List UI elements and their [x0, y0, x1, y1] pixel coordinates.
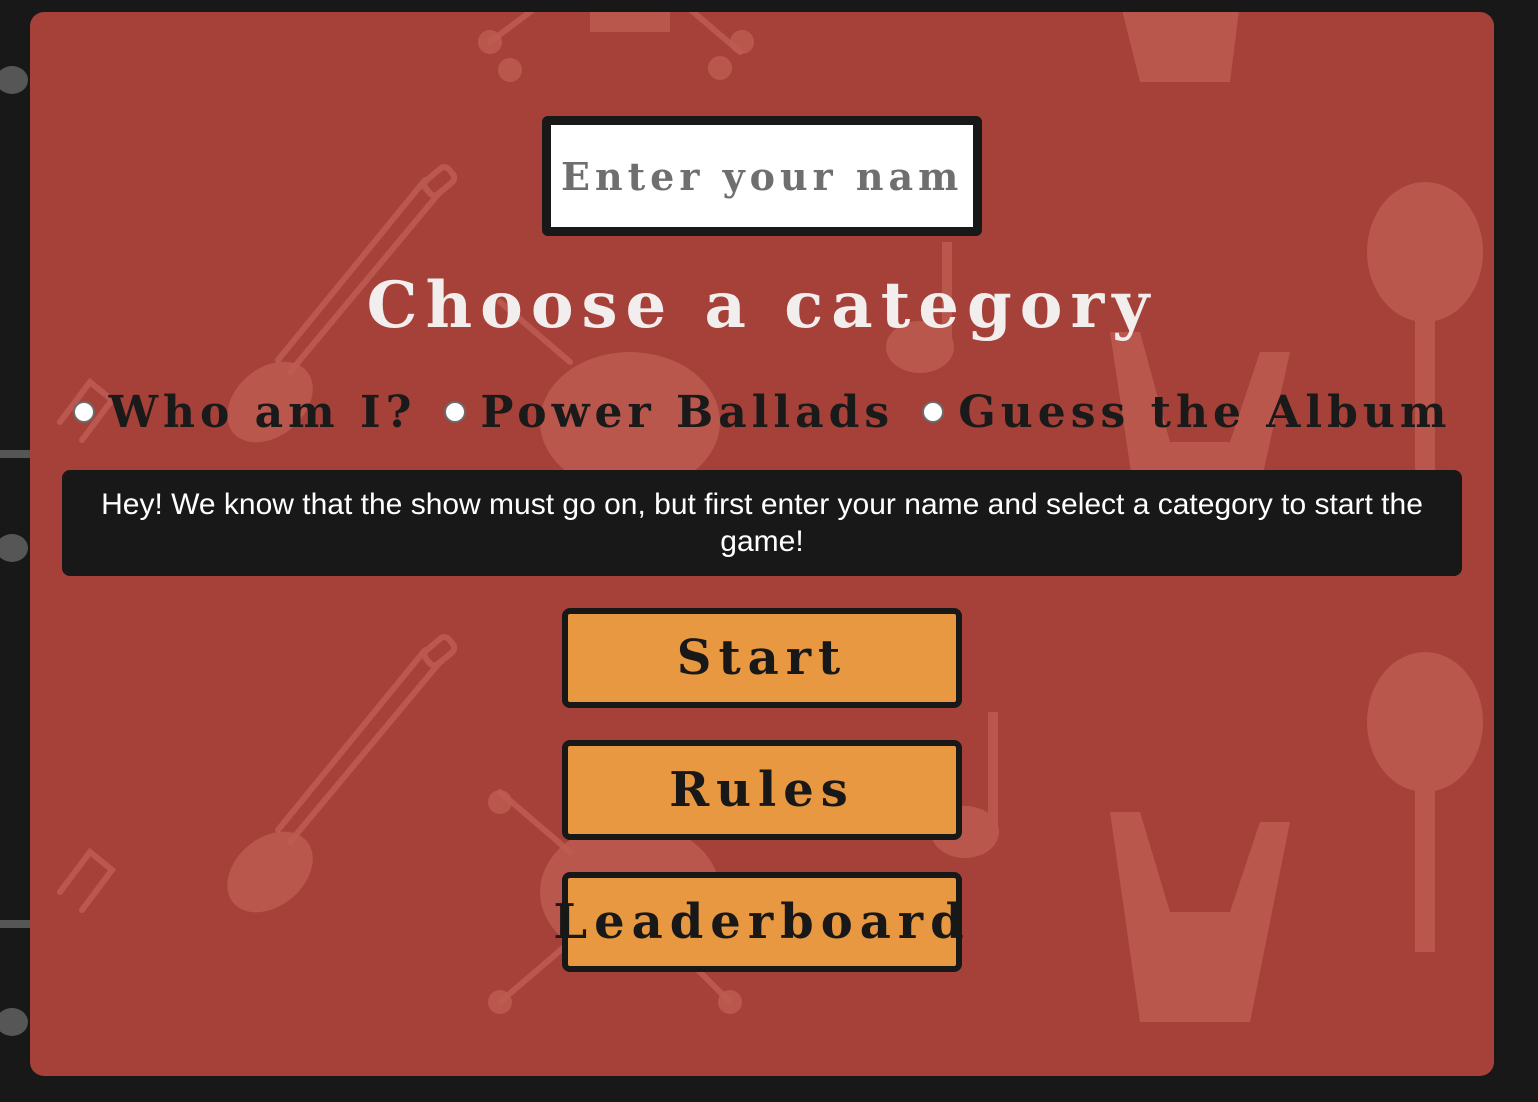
radio-button[interactable] [444, 401, 466, 423]
category-label: Who am I? [109, 387, 417, 438]
music-note-icon [0, 66, 28, 94]
microphone-icon [1367, 652, 1483, 792]
bone-end-icon [708, 56, 732, 80]
category-label: Power Ballads [480, 387, 894, 438]
radio-button[interactable] [922, 401, 944, 423]
instruction-message: Hey! We know that the show must go on, b… [62, 470, 1462, 576]
category-label: Guess the Album [958, 387, 1451, 438]
guitar-body-icon [211, 815, 328, 929]
music-note-icon [0, 1008, 28, 1036]
start-button[interactable]: Start [562, 608, 962, 708]
skull-icon [590, 12, 670, 32]
rock-hand-icon [1110, 812, 1290, 1022]
rock-hand-icon [1120, 12, 1240, 82]
bone-end-icon [498, 58, 522, 82]
guitar-icon [278, 635, 457, 842]
bone-end-icon [488, 790, 512, 814]
category-option-who-am-i[interactable]: Who am I? [73, 387, 417, 438]
category-option-guess-the-album[interactable]: Guess the Album [922, 387, 1451, 438]
leaderboard-button[interactable]: Leaderboard [562, 872, 962, 972]
music-note-icon [0, 534, 28, 562]
bone-end-icon [478, 30, 502, 54]
category-option-power-ballads[interactable]: Power Ballads [444, 387, 894, 438]
music-note-stem [988, 712, 998, 832]
radio-button[interactable] [73, 401, 95, 423]
rules-button[interactable]: Rules [562, 740, 962, 840]
name-input[interactable] [542, 116, 982, 236]
category-options: Who am I? Power Ballads Guess the Album [30, 384, 1494, 440]
bone-end-icon [730, 30, 754, 54]
bone-end-icon [488, 990, 512, 1014]
bone-end-icon [718, 990, 742, 1014]
microphone-stand [1415, 782, 1435, 952]
music-note-icon [60, 852, 112, 910]
category-heading: Choose a category [30, 268, 1494, 343]
start-panel: Choose a category Who am I? Power Ballad… [30, 12, 1494, 1076]
